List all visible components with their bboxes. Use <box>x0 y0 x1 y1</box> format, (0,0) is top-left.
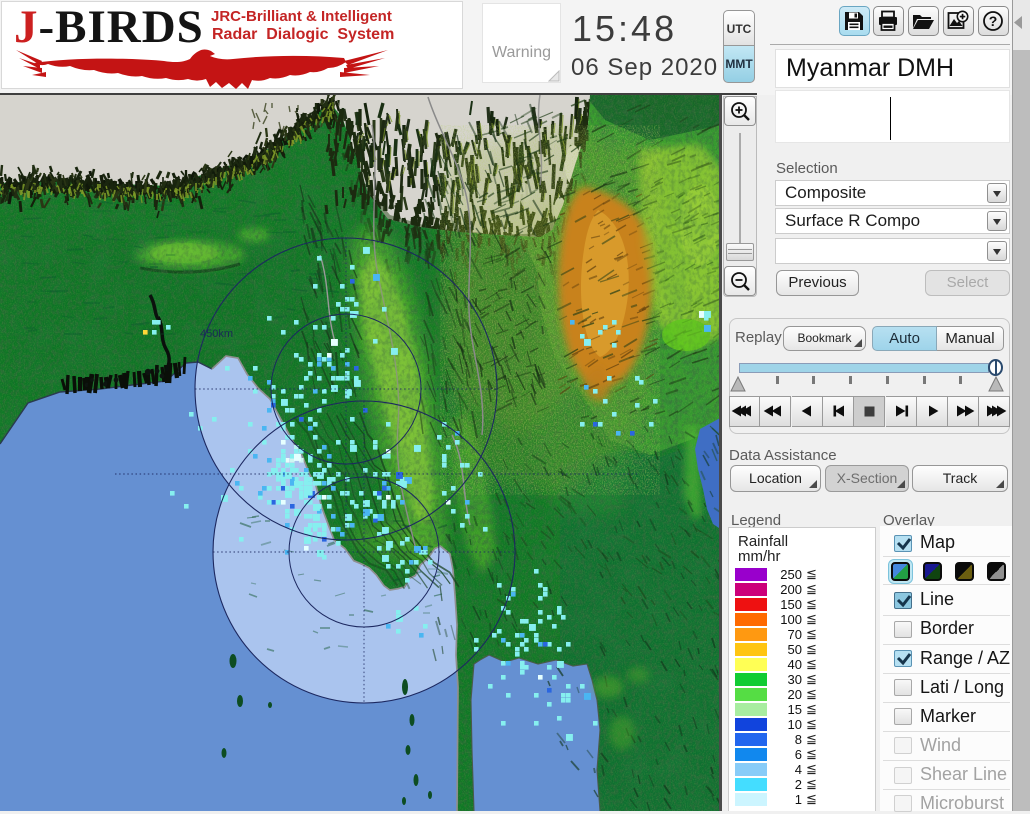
svg-text:?: ? <box>989 13 998 29</box>
svg-text:450km: 450km <box>200 328 233 340</box>
